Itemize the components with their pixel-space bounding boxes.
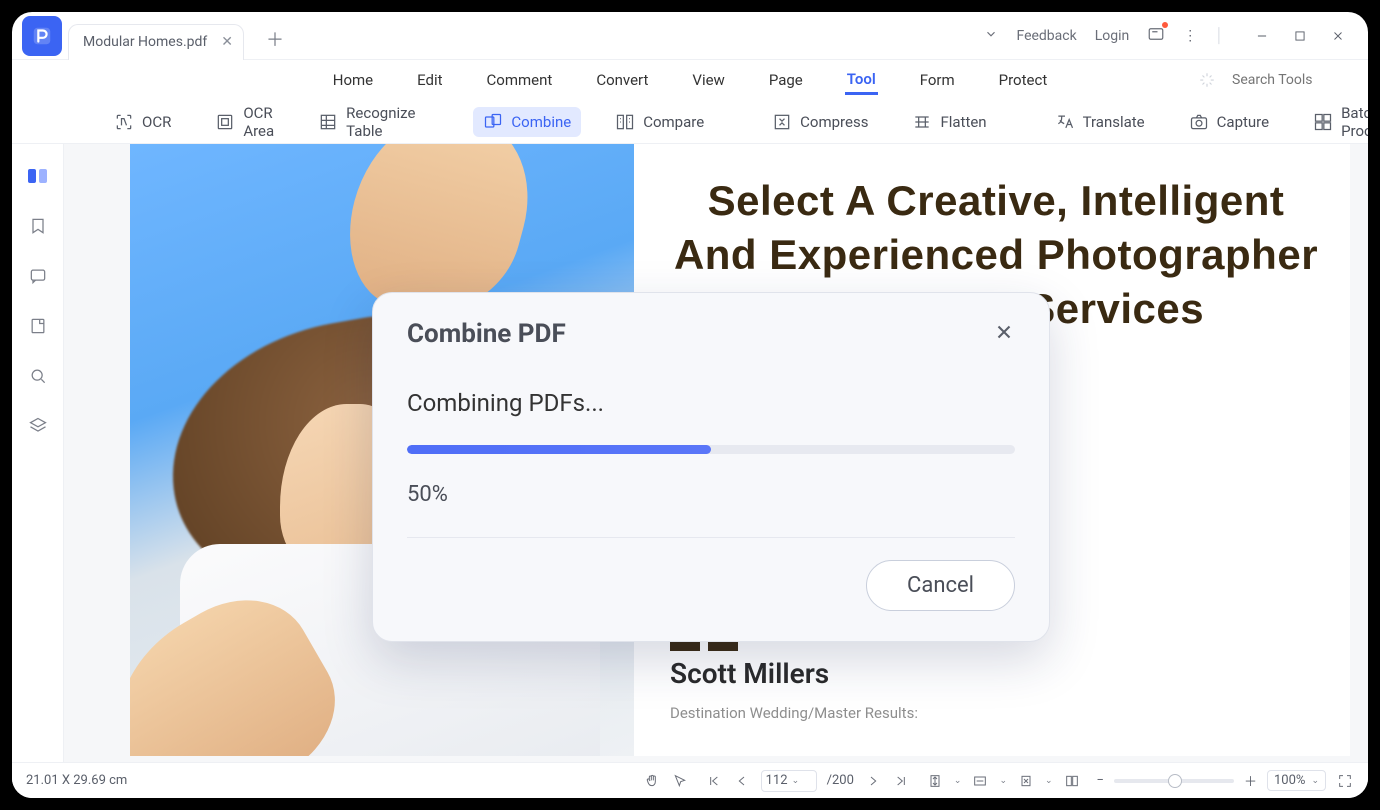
app-window: Modular Homes.pdf ✕ ＋ Feedback Login ⋮ │… xyxy=(12,12,1368,798)
batch-icon xyxy=(1313,112,1333,132)
ocr-area-icon xyxy=(215,112,235,132)
next-page-icon[interactable] xyxy=(864,772,882,790)
bookmarks-panel-icon[interactable] xyxy=(26,214,50,238)
zoom-slider[interactable] xyxy=(1114,779,1234,783)
combine-icon xyxy=(483,112,503,132)
compress-button[interactable]: Compress xyxy=(762,107,878,137)
compare-button[interactable]: Compare xyxy=(605,107,714,137)
last-page-icon[interactable] xyxy=(892,772,910,790)
new-tab-button[interactable]: ＋ xyxy=(262,26,288,52)
search-panel-icon[interactable] xyxy=(26,364,50,388)
progress-percent: 50% xyxy=(407,482,1015,507)
fit-width-icon[interactable] xyxy=(971,772,989,790)
menu-home[interactable]: Home xyxy=(331,67,375,93)
prev-page-icon[interactable] xyxy=(733,772,751,790)
layers-panel-icon[interactable] xyxy=(26,414,50,438)
combine-button[interactable]: Combine xyxy=(473,107,581,137)
menu-bar: Home Edit Comment Convert View Page Tool… xyxy=(12,60,1368,100)
menu-protect[interactable]: Protect xyxy=(997,67,1050,93)
side-panel xyxy=(12,144,64,798)
view-mode-icon[interactable] xyxy=(1063,772,1081,790)
zoom-out-icon[interactable]: − xyxy=(1097,773,1104,788)
thumbnails-panel-icon[interactable] xyxy=(26,164,50,188)
dialog-close-icon[interactable] xyxy=(993,321,1015,347)
document-subline: Destination Wedding/Master Results: xyxy=(670,704,1322,722)
capture-button[interactable]: Capture xyxy=(1179,107,1279,137)
compress-icon xyxy=(772,112,792,132)
menu-convert[interactable]: Convert xyxy=(594,67,650,93)
fit-height-icon[interactable] xyxy=(926,772,944,790)
combine-pdf-dialog: Combine PDF Combining PDFs... 50% Cancel xyxy=(372,292,1050,642)
batch-process-button[interactable]: Batch Process xyxy=(1303,99,1368,145)
first-page-icon[interactable] xyxy=(705,772,723,790)
feedback-link[interactable]: Feedback xyxy=(1016,28,1076,44)
rotate-icon[interactable] xyxy=(1017,772,1035,790)
comments-panel-icon[interactable] xyxy=(26,264,50,288)
hand-tool-icon[interactable] xyxy=(643,772,661,790)
zoom-value[interactable]: 100%⌄ xyxy=(1267,770,1326,791)
camera-icon xyxy=(1189,112,1209,132)
translate-icon xyxy=(1055,112,1075,132)
menu-page[interactable]: Page xyxy=(767,67,805,93)
tab-title: Modular Homes.pdf xyxy=(83,34,207,50)
table-icon xyxy=(318,112,338,132)
compare-icon xyxy=(615,112,635,132)
select-tool-icon[interactable] xyxy=(671,772,689,790)
ocr-icon xyxy=(114,112,134,132)
attachments-panel-icon[interactable] xyxy=(26,314,50,338)
kebab-menu-icon[interactable]: ⋮ xyxy=(1183,28,1197,44)
document-author: Scott Millers xyxy=(670,657,1322,690)
minimize-button[interactable] xyxy=(1248,22,1276,50)
tool-toolbar: OCR OCR Area Recognize Table Combine Com… xyxy=(12,100,1368,144)
flatten-button[interactable]: Flatten xyxy=(902,107,996,137)
ocr-area-button[interactable]: OCR Area xyxy=(205,99,284,145)
chevron-down-icon[interactable] xyxy=(984,27,998,45)
dialog-title: Combine PDF xyxy=(407,319,566,349)
menu-tool[interactable]: Tool xyxy=(845,66,878,95)
search-tools-input[interactable] xyxy=(1232,72,1352,88)
dialog-message: Combining PDFs... xyxy=(407,389,1015,417)
progress-bar xyxy=(407,445,1015,454)
title-bar: Modular Homes.pdf ✕ ＋ Feedback Login ⋮ │ xyxy=(12,12,1368,60)
notifications-icon[interactable] xyxy=(1147,25,1165,47)
flatten-icon xyxy=(912,112,932,132)
zoom-in-icon[interactable]: ＋ xyxy=(1244,771,1257,790)
translate-button[interactable]: Translate xyxy=(1045,107,1155,137)
menu-view[interactable]: View xyxy=(690,67,726,93)
fullscreen-icon[interactable] xyxy=(1336,772,1354,790)
ocr-button[interactable]: OCR xyxy=(104,107,181,137)
login-link[interactable]: Login xyxy=(1095,28,1130,44)
document-tab[interactable]: Modular Homes.pdf ✕ xyxy=(68,24,244,60)
tab-close-icon[interactable]: ✕ xyxy=(221,34,233,50)
app-logo-icon xyxy=(22,16,62,56)
cancel-button[interactable]: Cancel xyxy=(866,560,1015,611)
status-bar: 21.01 X 29.69 cm 112⌄ /200 ⌄ ⌄ ⌄ xyxy=(12,762,1368,798)
menu-comment[interactable]: Comment xyxy=(485,67,555,93)
page-total: /200 xyxy=(827,773,854,788)
page-number-input[interactable]: 112⌄ xyxy=(761,770,817,792)
menu-form[interactable]: Form xyxy=(918,67,957,93)
menu-edit[interactable]: Edit xyxy=(415,67,444,93)
page-dimensions: 21.01 X 29.69 cm xyxy=(26,773,127,788)
recognize-table-button[interactable]: Recognize Table xyxy=(308,99,425,145)
maximize-button[interactable] xyxy=(1286,22,1314,50)
sparkle-icon[interactable] xyxy=(1198,71,1216,89)
close-button[interactable] xyxy=(1324,22,1352,50)
